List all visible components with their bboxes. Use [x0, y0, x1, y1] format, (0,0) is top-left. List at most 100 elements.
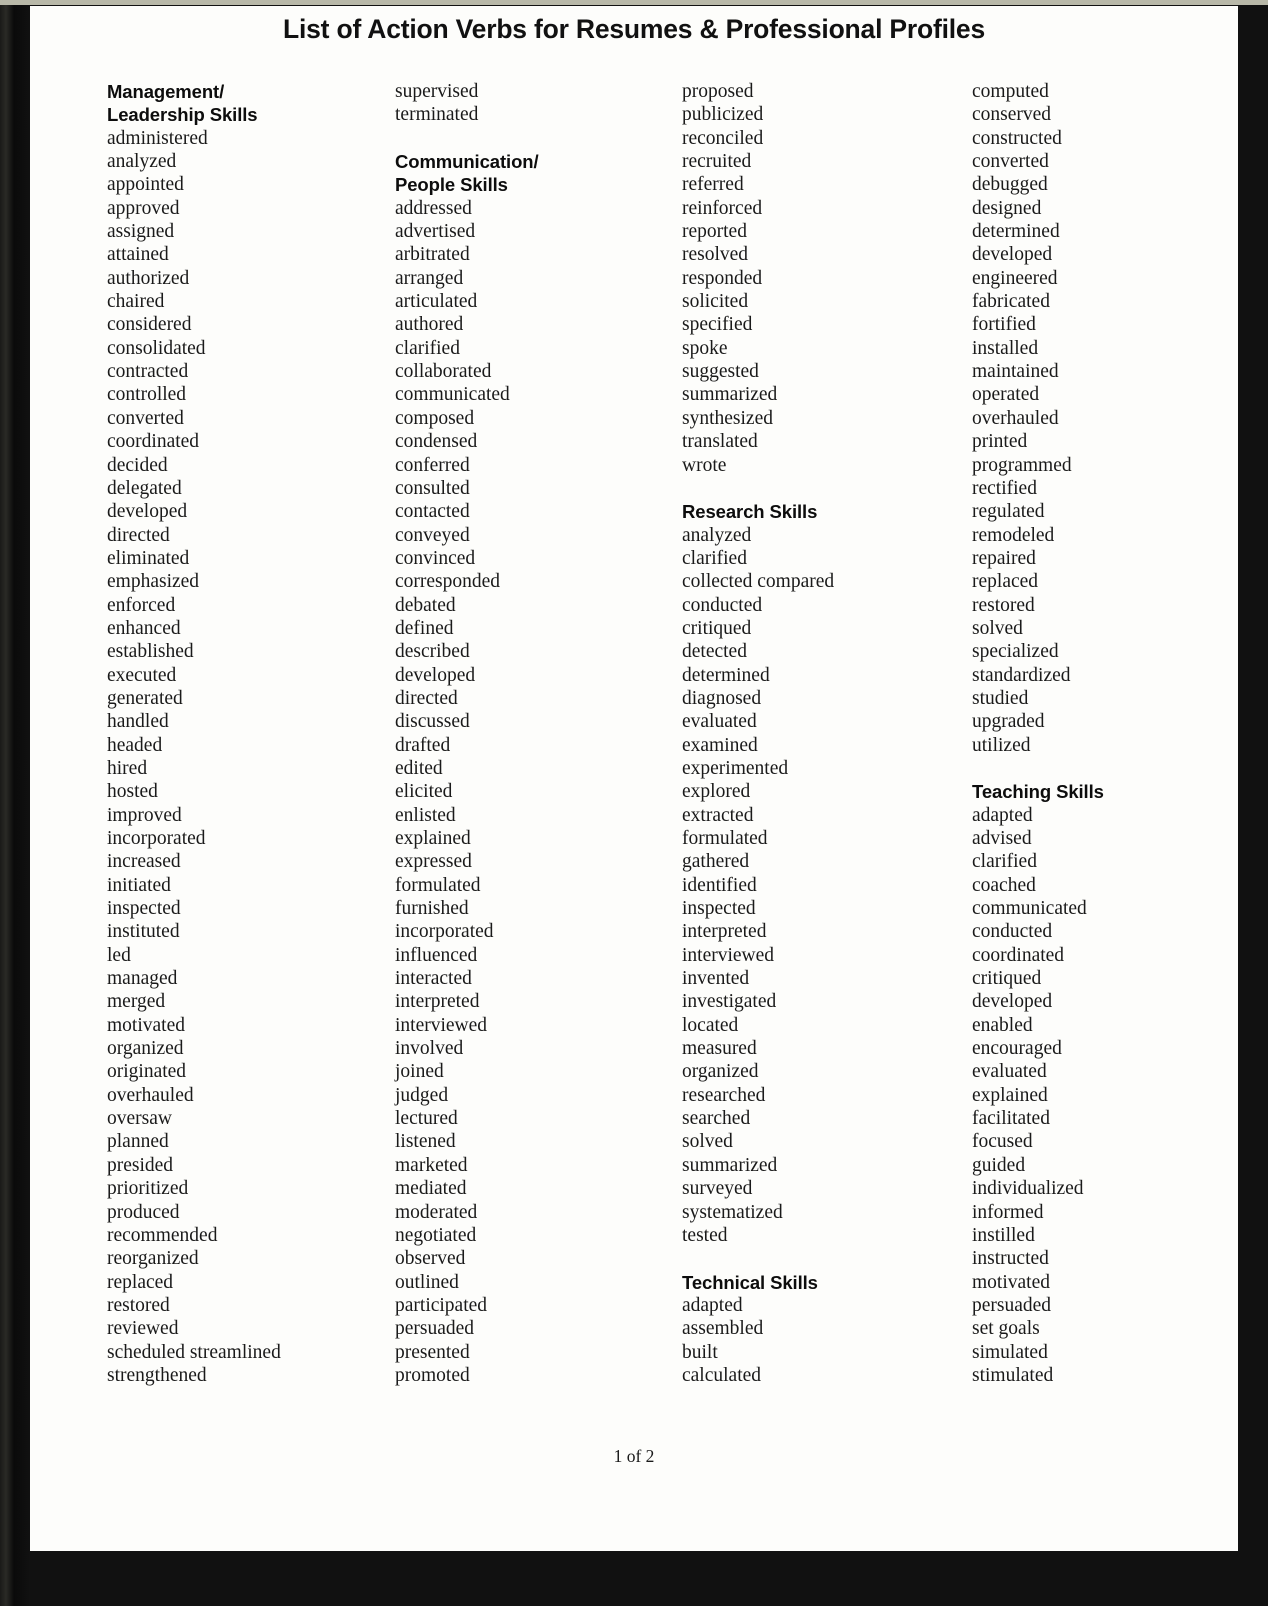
verb-entry: surveyed — [682, 1178, 753, 1200]
verb-entry: designed — [972, 197, 1042, 219]
verb-entry: marketed — [395, 1154, 468, 1176]
section-heading: Management/ — [107, 81, 225, 102]
verb-entry: utilized — [972, 734, 1031, 756]
verb-entry: incorporated — [107, 828, 206, 849]
verb-column-0: Management/Leadership Skills administered… — [107, 80, 387, 1387]
verb-entry: motivated — [972, 1271, 1050, 1293]
verb-entry: addressed — [395, 197, 472, 219]
verb-entry: developed — [395, 664, 476, 686]
verb-entry: reinforced — [682, 197, 763, 219]
verb-entry: attained — [107, 244, 169, 266]
verb-entry: responded — [682, 267, 763, 289]
verb-entry: interviewed — [682, 944, 775, 966]
verb-entry: terminated — [395, 104, 479, 126]
verb-entry: determined — [682, 664, 770, 686]
verb-entry: communicated — [395, 384, 510, 406]
verb-entry: evaluated — [972, 1061, 1047, 1083]
verb-entry: convinced — [395, 547, 476, 569]
verb-entry: debugged — [972, 174, 1048, 196]
verb-entry: administered — [107, 127, 208, 149]
verb-entry: delegated — [107, 477, 182, 499]
section-heading: Research Skills — [682, 501, 818, 523]
verb-entry: fabricated — [972, 291, 1050, 313]
verb-entry: developed — [107, 501, 188, 523]
verb-entry: remodeled — [972, 524, 1055, 546]
verb-entry: individualized — [972, 1178, 1084, 1200]
verb-entry: installed — [972, 337, 1039, 359]
verb-entry: explored — [682, 781, 751, 803]
verb-entry: led — [107, 944, 131, 966]
verb-entry: investigated — [682, 991, 777, 1013]
verb-entry: overhauled — [972, 407, 1059, 429]
verb-entry: motivated — [107, 1014, 185, 1036]
verb-column-1: supervised terminated Communication/People… — [395, 80, 675, 1387]
section-heading: People Skills — [395, 174, 508, 196]
section-heading: Technical Skills — [682, 1271, 818, 1293]
verb-entry: replaced — [107, 1271, 174, 1293]
verb-entry: engineered — [972, 267, 1058, 289]
verb-entry: participated — [395, 1294, 488, 1316]
verb-entry: organized — [107, 1038, 184, 1060]
verb-entry: fortified — [972, 314, 1036, 336]
verb-entry: specialized — [972, 641, 1059, 663]
verb-entry: converted — [972, 151, 1049, 173]
verb-entry: upgraded — [972, 711, 1045, 733]
verb-entry: controlled — [107, 384, 187, 406]
verb-entry: clarified — [972, 851, 1037, 873]
verb-entry: composed — [395, 407, 475, 429]
section-heading: Communication/ — [395, 151, 539, 173]
verb-entry: condensed — [395, 431, 478, 453]
verb-entry: contacted — [395, 501, 470, 523]
verb-entry: planned — [107, 1131, 169, 1153]
verb-entry: formulated — [682, 828, 768, 849]
verb-entry: tested — [682, 1224, 728, 1246]
verb-entry: approved — [107, 197, 180, 219]
verb-entry: systematized — [682, 1201, 783, 1223]
verb-entry: promoted — [395, 1364, 470, 1386]
verb-entry: interpreted — [682, 921, 767, 943]
verb-entry: solved — [972, 617, 1023, 639]
verb-entry: judged — [395, 1084, 449, 1106]
verb-entry: summarized — [682, 384, 778, 406]
verb-entry: analyzed — [107, 151, 177, 173]
verb-entry: stimulated — [972, 1364, 1054, 1386]
verb-entry: consulted — [395, 477, 470, 499]
verb-entry: increased — [107, 851, 181, 873]
verb-entry: executed — [107, 664, 177, 686]
verb-entry: clarified — [395, 337, 460, 359]
verb-entry: incorporated — [395, 921, 494, 943]
verb-entry: described — [395, 641, 470, 663]
verb-entry: interpreted — [395, 991, 480, 1013]
verb-entry: solicited — [682, 291, 749, 313]
verb-entry: presided — [107, 1154, 174, 1176]
verb-entry: constructed — [972, 127, 1062, 149]
verb-entry: collected compared — [682, 571, 835, 593]
verb-entry: detected — [682, 641, 747, 663]
verb-entry: involved — [395, 1038, 464, 1060]
verb-entry: conducted — [972, 921, 1053, 943]
verb-entry: encouraged — [972, 1038, 1062, 1060]
verb-entry: analyzed — [682, 524, 752, 546]
verb-entry: coached — [972, 874, 1036, 896]
verb-entry: authored — [395, 314, 464, 336]
verb-column-2: proposed publicized reconciled recruited ref… — [682, 80, 962, 1387]
verb-entry: emphasized — [107, 571, 200, 593]
verb-entry: enhanced — [107, 617, 181, 639]
verb-entry: located — [682, 1014, 739, 1036]
verb-entry: conserved — [972, 104, 1052, 126]
verb-entry: elicited — [395, 781, 453, 803]
verb-entry: regulated — [972, 501, 1045, 523]
verb-entry: adapted — [682, 1294, 743, 1316]
verb-entry: specified — [682, 314, 753, 336]
verb-entry: instituted — [107, 921, 180, 943]
verb-entry: critiqued — [972, 968, 1042, 990]
verb-entry: eliminated — [107, 547, 190, 569]
verb-entry: examined — [682, 734, 758, 756]
verb-entry: studied — [972, 687, 1029, 709]
verb-entry: set goals — [972, 1318, 1040, 1340]
verb-entry: supervised — [395, 81, 479, 102]
verb-entry: communicated — [972, 898, 1087, 920]
verb-entry: advertised — [395, 221, 476, 243]
